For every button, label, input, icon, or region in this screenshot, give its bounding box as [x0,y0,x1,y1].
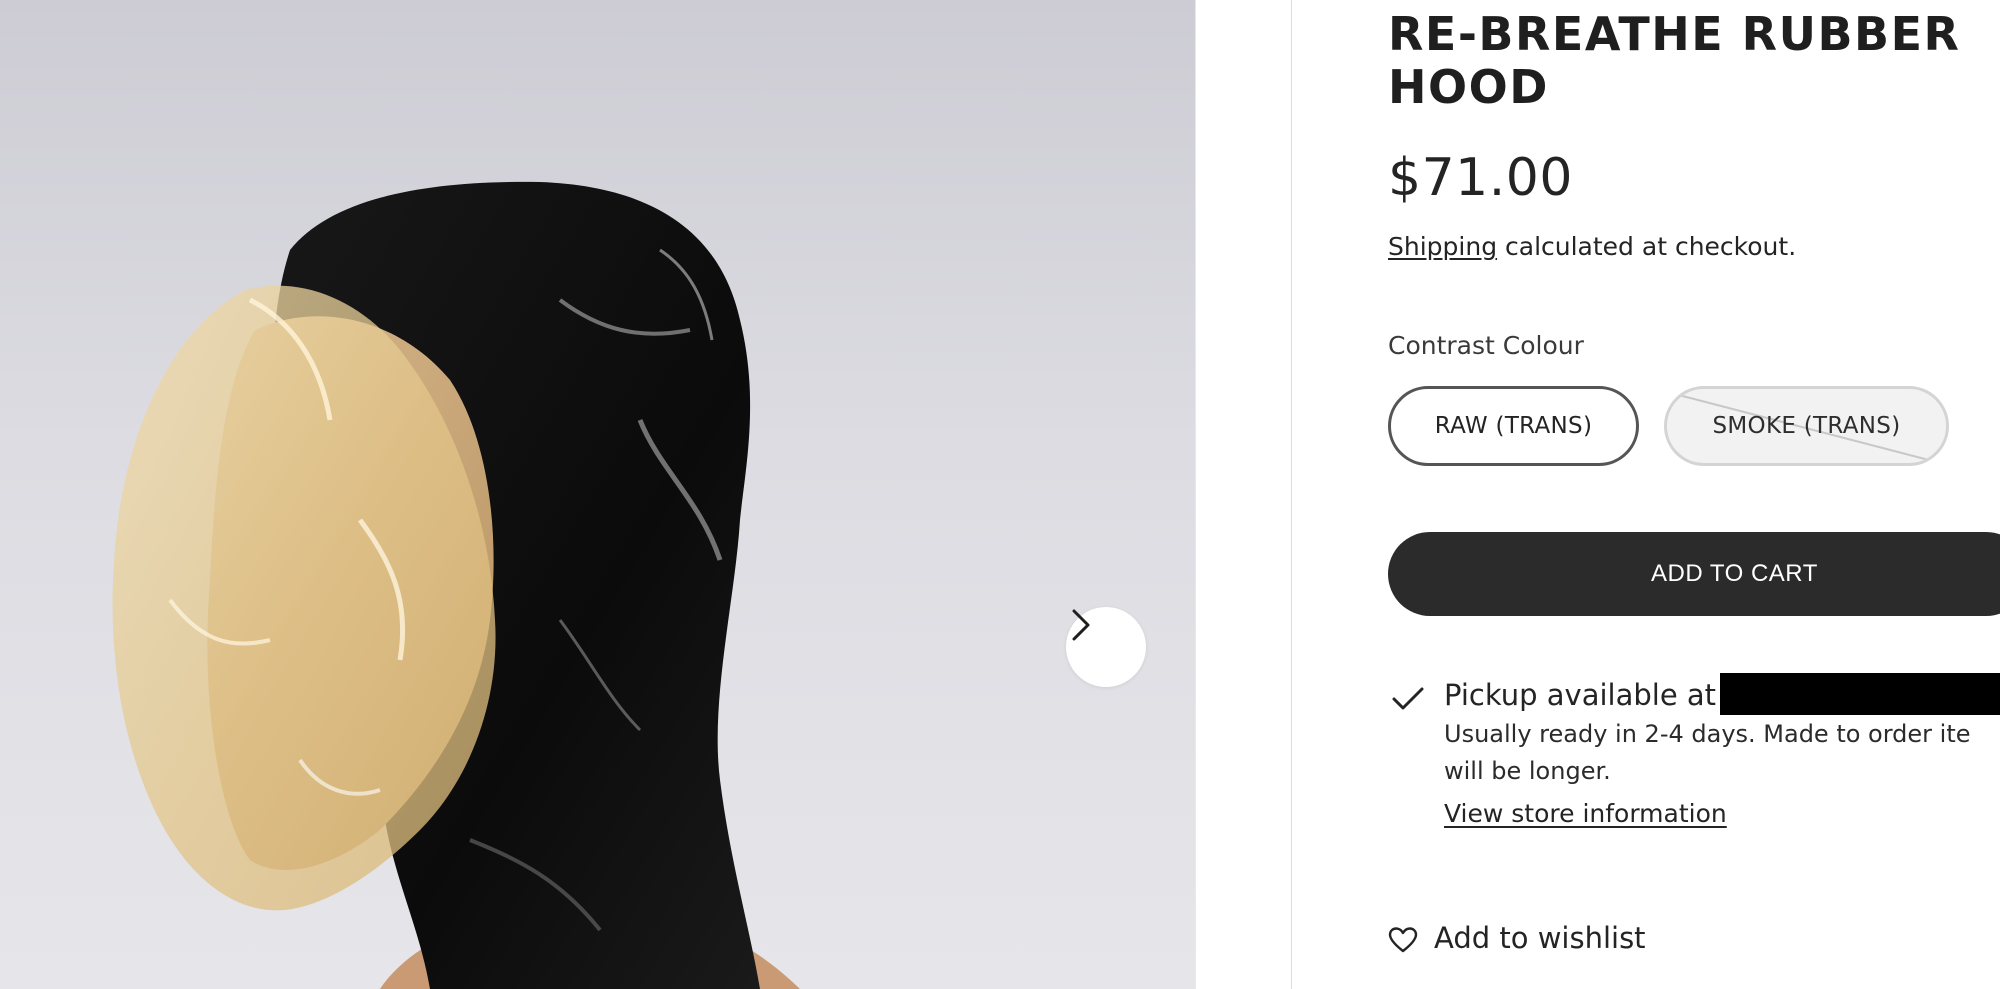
shipping-note-text: calculated at checkout. [1497,232,1797,261]
check-icon [1392,687,1424,710]
pickup-detail-line-2: will be longer. [1444,757,1611,785]
add-to-wishlist-label: Add to wishlist [1434,921,1646,955]
option-raw-trans-label: RAW (TRANS) [1434,413,1593,439]
pickup-detail-line-1: Usually ready in 2-4 days. Made to order… [1444,720,1971,748]
option-label-contrast-colour: Contrast Colour [1388,331,1584,360]
product-info: RE-BREATHE RUBBER HOOD $71.00 Shipping c… [1388,0,2000,989]
column-divider [1291,0,1292,989]
chevron-right-icon [1072,609,1090,641]
add-to-wishlist-button[interactable]: Add to wishlist [1388,919,1646,957]
redacted-store-name [1720,673,2000,715]
gallery-edge [1195,0,1196,989]
add-to-cart-button[interactable]: ADD TO CART [1388,532,2000,616]
next-image-button[interactable] [1066,607,1146,687]
option-raw-trans[interactable]: RAW (TRANS) [1388,386,1639,466]
shipping-link[interactable]: Shipping [1388,232,1497,261]
shipping-note: Shipping calculated at checkout. [1388,231,1796,263]
heart-icon [1388,927,1418,953]
pickup-availability: Pickup available at [1444,678,1717,712]
option-smoke-trans[interactable]: SMOKE (TRANS) [1664,386,1949,466]
product-photo [112,181,800,989]
option-smoke-trans-label: SMOKE (TRANS) [1712,413,1901,439]
view-store-information-link[interactable]: View store information [1444,797,1727,831]
pickup-detail: Usually ready in 2-4 days. Made to order… [1444,716,2000,790]
add-to-cart-label: ADD TO CART [1651,560,1818,587]
product-price: $71.00 [1388,148,1573,208]
product-image-gallery[interactable] [0,0,1195,989]
product-title: RE-BREATHE RUBBER HOOD [1388,7,1961,114]
product-page: RE-BREATHE RUBBER HOOD $71.00 Shipping c… [0,0,2000,989]
